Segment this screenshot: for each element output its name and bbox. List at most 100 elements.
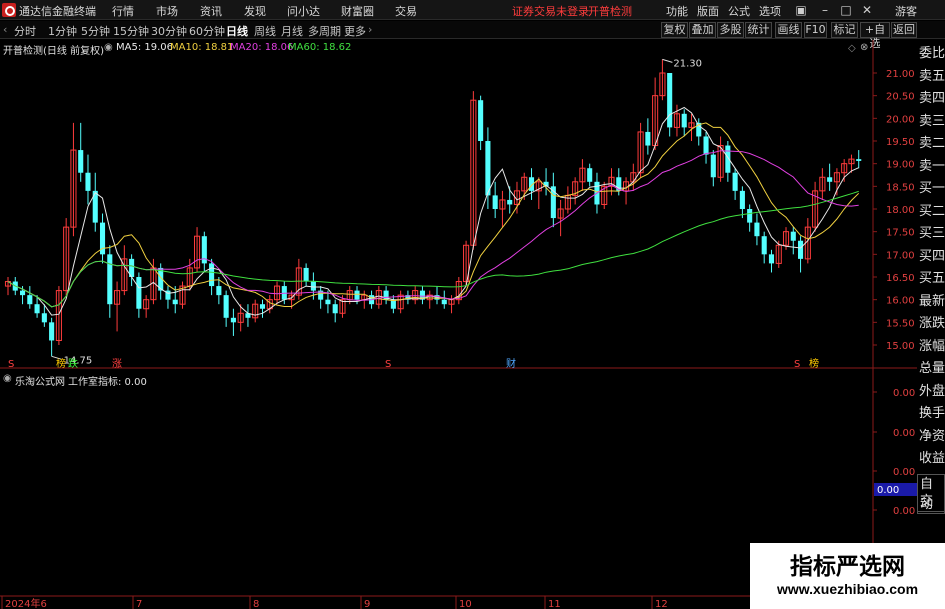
candle-body [441,299,447,305]
back-button[interactable]: 返回 [891,22,917,38]
menu-ask[interactable]: 问小达 [287,3,320,19]
candle-body [747,209,753,223]
candle-body [645,131,651,146]
quote-panel-item: 买五 [919,271,945,286]
ma5-label: MA5: 19.06 [116,42,174,53]
candle-body [49,322,55,341]
price-tick-label: 19.00 [886,160,915,171]
period-intraday[interactable]: 分时 [14,23,36,39]
candle-body [478,100,484,141]
candle-body [790,231,796,241]
skin-icon[interactable]: ▣ [793,2,809,18]
candle-body [768,254,775,264]
candle-body [587,168,593,182]
title-toggle-icon[interactable]: ◉ [104,42,113,53]
time-label: 7 [136,599,142,609]
candle-body [78,150,84,173]
multi-stock-button[interactable]: 多股 [717,22,744,38]
event-marker: S [385,359,391,370]
period-60min[interactable]: 60分钟 [189,23,225,39]
more-chevron-icon[interactable]: › [368,23,372,36]
quote-panel-item: 卖五 [919,68,945,84]
candle-body [798,240,804,259]
candle-body [85,172,91,191]
menu-options[interactable]: 选项 [759,3,781,19]
period-30min[interactable]: 30分钟 [151,23,187,39]
period-multi[interactable]: 多周期 [308,23,341,39]
period-monthly[interactable]: 月线 [281,23,303,39]
menu-function[interactable]: 功能 [666,3,688,19]
stock-name-indicator: 开普检测 [588,5,632,18]
watermark-title: 指标严选网 [790,554,905,580]
minimize-icon[interactable]: – [817,2,833,18]
price-tick-label: 16.50 [886,273,915,284]
high-price-label: 21.30 [673,58,702,69]
chart-area[interactable]: 21.00 20.50 20.00 19.50 19.00 18.50 18.00 17.50… [0,40,917,609]
toolbar-collapse-icon[interactable]: ‹ [3,23,7,36]
time-label: 2024年6 [5,597,47,609]
candle-body [223,295,229,318]
menu-market[interactable]: 市场 [156,3,178,19]
candle-body [27,295,33,305]
menu-trade[interactable]: 交易 [395,3,417,19]
quote-panel-item: 涨幅 [919,338,945,354]
login-warning[interactable]: 证券交易未登录 [512,3,589,19]
f10-button[interactable]: F10 [804,22,827,38]
add-favorite-button[interactable]: +自选 [860,22,890,50]
time-label: 11 [548,599,561,609]
menu-quotes[interactable]: 行情 [112,3,134,19]
candle-body [732,172,738,191]
period-more[interactable]: 更多 [344,23,366,39]
quote-panel-item[interactable]: 交易 [917,491,945,512]
event-marker: 涨 [112,358,122,370]
sub-tick-label: 0.00 [893,428,915,439]
period-daily[interactable]: 日线 [226,23,248,39]
candle-body [761,236,767,255]
close-icon[interactable]: ✕ [859,2,875,18]
candle-body [856,159,862,161]
chart-close-icon[interactable]: ⊗ [860,42,868,53]
period-15min[interactable]: 15分钟 [113,23,149,39]
candle-body [681,113,687,128]
quote-panel-item: 总量 [919,361,945,376]
candle-body [739,190,745,209]
quote-panel-item: 买三 [919,226,945,241]
menu-formula[interactable]: 公式 [728,3,750,19]
candle-body [332,304,338,314]
period-5min[interactable]: 5分钟 [81,23,110,39]
quote-panel-item: 卖一 [919,158,945,174]
menu-discover[interactable]: 发现 [244,3,266,19]
candle-body [107,254,113,305]
event-marker: S [8,359,14,370]
adjust-button[interactable]: 复权 [661,22,688,38]
app-title: 通达信金融终端 [19,5,96,18]
candle-body [209,263,215,287]
user-label[interactable]: 游客 [895,3,917,19]
candle-body [667,73,673,128]
period-1min[interactable]: 1分钟 [48,23,77,39]
sub-toggle-icon[interactable]: ◉ [3,373,12,384]
overlay-button[interactable]: 叠加 [689,22,716,38]
price-tick-label: 15.00 [886,341,915,352]
period-weekly[interactable]: 周线 [254,23,276,39]
candle-body [354,290,360,300]
mark-button[interactable]: 标记 [831,22,858,38]
expand-diamond-icon[interactable]: ◇ [848,43,856,54]
quote-panel-item: 外盘 [919,383,945,399]
main-chart-title: 开普检测(日线 前复权) [3,46,104,57]
quote-panel-item: 委比 [919,46,945,61]
draw-line-button[interactable]: 画线 [775,22,802,38]
event-marker: 榜 [809,357,819,370]
quote-panel-item: 收益 [919,451,945,466]
event-marker: S [794,359,800,370]
time-label: 12 [655,599,668,609]
candle-body [19,290,26,296]
menu-wealth[interactable]: 财富圈 [341,3,374,19]
menu-layout[interactable]: 版面 [697,3,719,19]
candle-body [136,277,142,309]
maximize-icon[interactable]: □ [838,2,854,18]
title-bar: 通达信金融终端 行情 市场 资讯 发现 问小达 财富圈 交易 证券交易未登录 开… [0,0,945,20]
statistics-button[interactable]: 统计 [745,22,772,38]
sub-tick-label: 0.00 [893,506,915,517]
menu-news[interactable]: 资讯 [200,3,222,19]
